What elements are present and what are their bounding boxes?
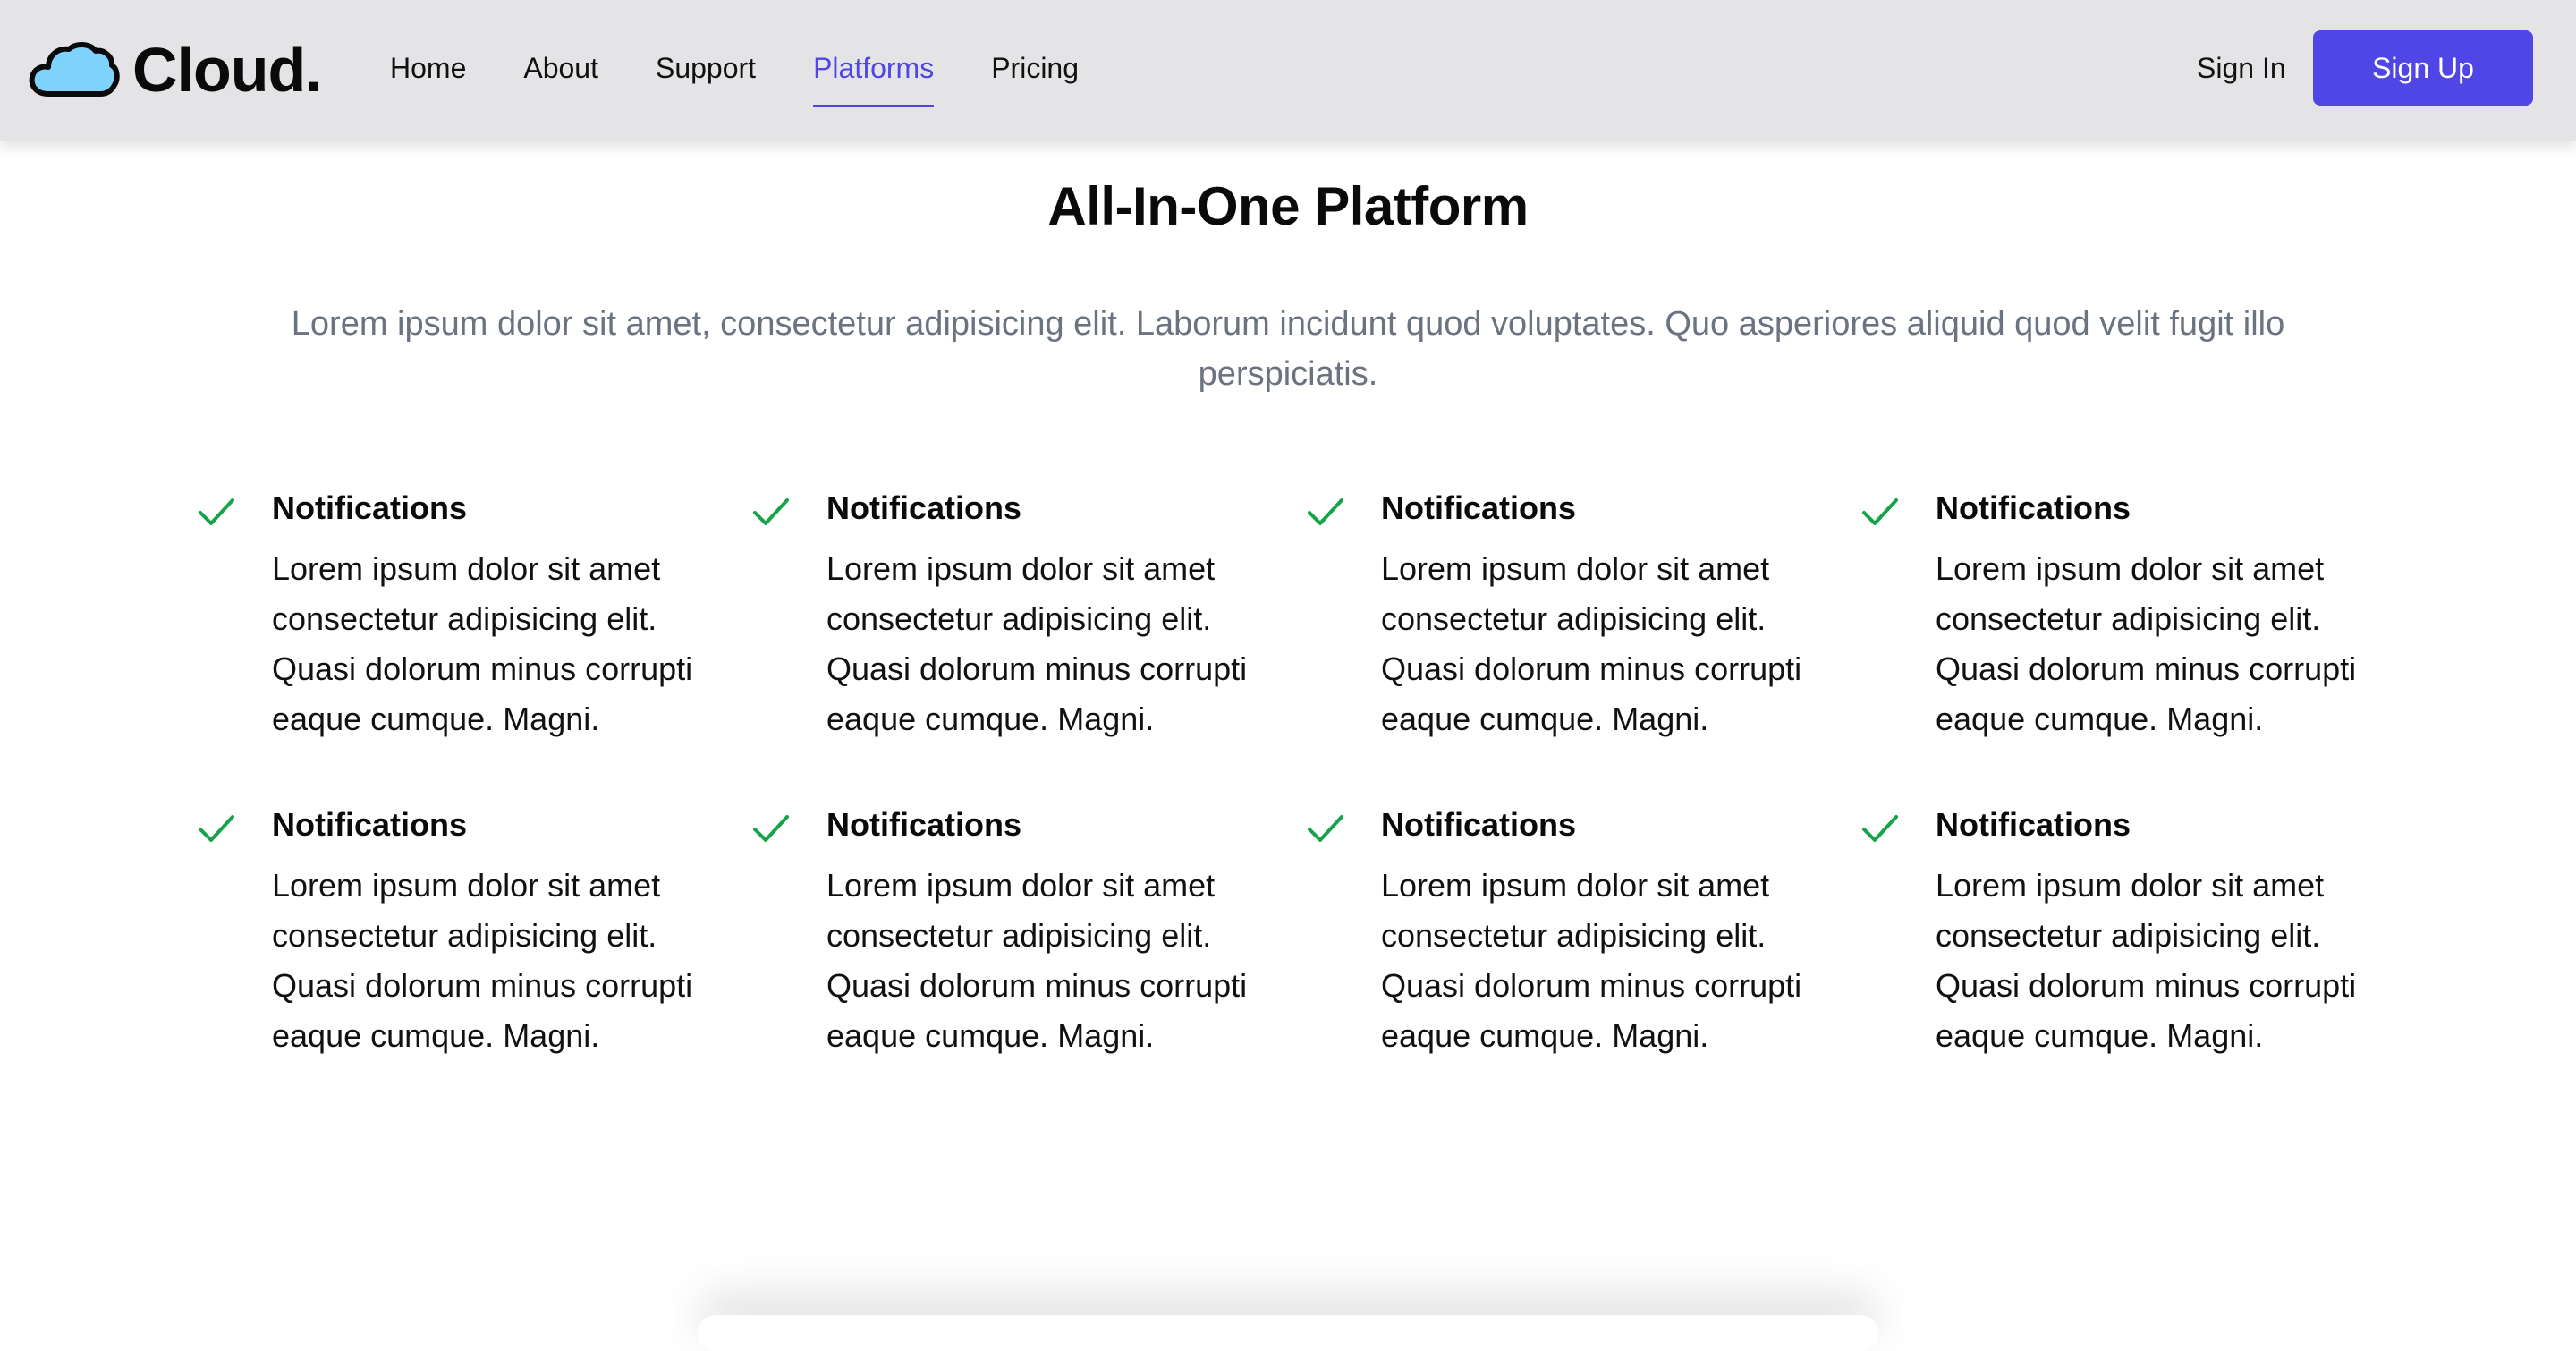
feature-item: Notifications Lorem ipsum dolor sit amet… xyxy=(1306,481,1860,744)
page-title: All-In-One Platform xyxy=(1047,176,1529,236)
feature-item: Notifications Lorem ipsum dolor sit amet… xyxy=(197,798,751,1061)
feature-description: Lorem ipsum dolor sit amet consectetur a… xyxy=(826,867,1248,1054)
next-section-card-edge xyxy=(698,1315,1878,1351)
nav-link-support[interactable]: Support xyxy=(656,54,756,82)
feature-title: Notifications xyxy=(272,806,468,843)
feature-title: Notifications xyxy=(1936,489,2131,526)
nav-link-home[interactable]: Home xyxy=(390,54,466,82)
sign-up-label: Sign Up xyxy=(2372,51,2474,84)
check-icon xyxy=(753,498,789,525)
feature-title: Notifications xyxy=(1381,806,1577,843)
feature-item: Notifications Lorem ipsum dolor sit amet… xyxy=(197,481,751,744)
features-grid: Notifications Lorem ipsum dolor sit amet… xyxy=(197,481,2451,1061)
nav-link-pricing[interactable]: Pricing xyxy=(991,54,1079,82)
navbar: Cloud. Home About Support Platforms Pric… xyxy=(0,0,2576,141)
check-icon xyxy=(1862,498,1898,525)
feature-description: Lorem ipsum dolor sit amet consectetur a… xyxy=(272,867,693,1054)
feature-item: Notifications Lorem ipsum dolor sit amet… xyxy=(751,798,1306,1061)
check-icon xyxy=(1862,815,1898,842)
feature-item: Notifications Lorem ipsum dolor sit amet… xyxy=(751,481,1306,744)
feature-description: Lorem ipsum dolor sit amet consectetur a… xyxy=(1936,867,2357,1054)
feature-title: Notifications xyxy=(1381,489,1577,526)
feature-description: Lorem ipsum dolor sit amet consectetur a… xyxy=(1381,867,1802,1054)
feature-description: Lorem ipsum dolor sit amet consectetur a… xyxy=(826,550,1248,737)
sign-up-button[interactable]: Sign Up xyxy=(2313,30,2533,106)
nav-link-platforms[interactable]: Platforms xyxy=(813,54,935,107)
feature-item: Notifications Lorem ipsum dolor sit amet… xyxy=(1306,798,1860,1061)
page-subtitle: Lorem ipsum dolor sit amet, consectetur … xyxy=(291,305,2285,393)
check-icon xyxy=(753,815,789,842)
check-icon xyxy=(1308,815,1343,842)
feature-title: Notifications xyxy=(826,806,1022,843)
feature-item: Notifications Lorem ipsum dolor sit amet… xyxy=(1860,481,2415,744)
cloud-icon xyxy=(29,42,120,97)
feature-description: Lorem ipsum dolor sit amet consectetur a… xyxy=(1381,550,1802,737)
check-icon xyxy=(1308,498,1343,525)
check-icon xyxy=(199,498,234,525)
brand-logo[interactable]: Cloud. xyxy=(27,32,323,107)
main-nav: Home About Support Platforms Pricing xyxy=(390,0,1136,136)
check-icon xyxy=(199,815,234,842)
nav-link-about[interactable]: About xyxy=(523,54,598,82)
brand-name: Cloud. xyxy=(132,35,323,105)
feature-description: Lorem ipsum dolor sit amet consectetur a… xyxy=(272,550,693,737)
feature-title: Notifications xyxy=(1936,806,2131,843)
feature-item: Notifications Lorem ipsum dolor sit amet… xyxy=(1860,798,2415,1061)
feature-description: Lorem ipsum dolor sit amet consectetur a… xyxy=(1936,550,2357,737)
feature-title: Notifications xyxy=(272,489,468,526)
sign-in-link[interactable]: Sign In xyxy=(2197,0,2286,136)
feature-title: Notifications xyxy=(826,489,1022,526)
